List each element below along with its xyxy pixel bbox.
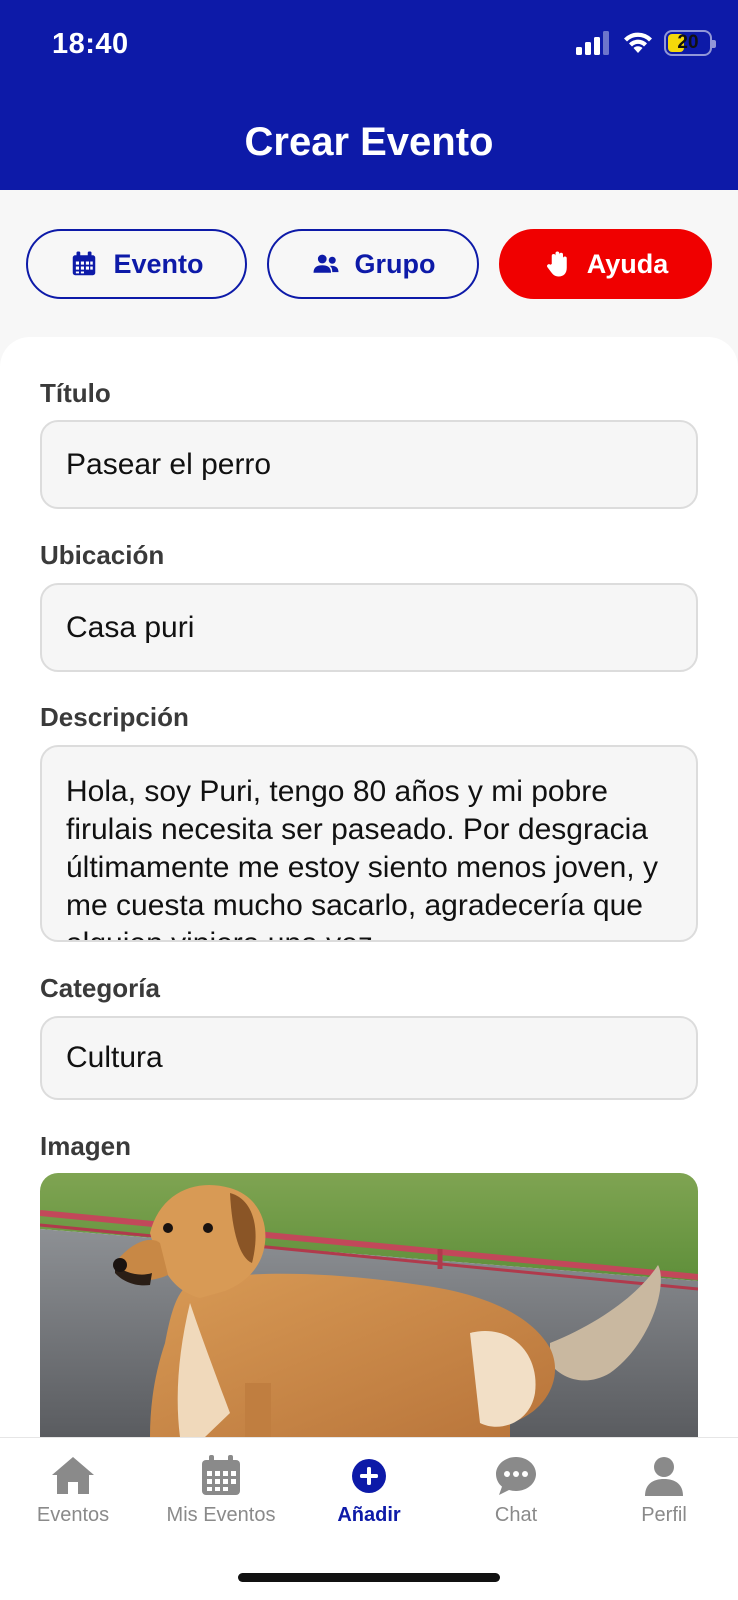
nav-chat[interactable]: Chat (446, 1452, 586, 1527)
categoria-label: Categoría (40, 973, 160, 1003)
person-icon (645, 1457, 683, 1496)
titulo-label: Título (40, 378, 111, 408)
nav-eventos[interactable]: Eventos (3, 1452, 143, 1527)
nav-perfil[interactable]: Perfil (594, 1452, 734, 1527)
descripcion-textarea[interactable]: Hola, soy Puri, tengo 80 años y mi pobre… (40, 745, 698, 942)
battery-icon: 20 (664, 30, 716, 56)
nav-perfil-label: Perfil (641, 1504, 687, 1526)
nav-anadir-label: Añadir (337, 1504, 401, 1526)
signal-icon (576, 31, 609, 55)
add-circle-icon (352, 1459, 386, 1493)
group-icon (313, 254, 338, 273)
nav-chat-label: Chat (494, 1504, 538, 1526)
tab-ayuda-label: Ayuda (586, 248, 669, 279)
event-type-tabs: Evento Grupo Ayuda (0, 229, 738, 299)
descripcion-text: Hola, soy Puri, tengo 80 años y mi pobre… (66, 775, 658, 940)
nav-eventos-label: Eventos (36, 1504, 110, 1526)
app-header: 18:40 20 Crear Evento (0, 0, 738, 190)
nav-anadir[interactable]: Añadir (299, 1452, 439, 1527)
wifi-icon (624, 32, 652, 53)
descripcion-label: Descripción (40, 702, 189, 732)
calendar-icon (73, 251, 96, 276)
chat-icon (496, 1457, 536, 1495)
ubicacion-input[interactable]: Casa puri (40, 583, 698, 672)
titulo-input[interactable]: Pasear el perro (40, 420, 698, 509)
dog-photo (40, 1173, 698, 1437)
categoria-select[interactable]: Cultura (40, 1016, 698, 1100)
tab-evento-label: Evento (113, 248, 204, 279)
status-time: 18:40 (52, 28, 129, 60)
home-icon (52, 1457, 94, 1494)
nav-mis-eventos[interactable]: Mis Eventos (151, 1452, 291, 1527)
event-image[interactable] (40, 1173, 698, 1437)
tab-grupo[interactable]: Grupo (267, 229, 479, 299)
tab-grupo-label: Grupo (354, 248, 436, 279)
home-indicator[interactable] (238, 1573, 500, 1582)
status-icons: 20 (576, 30, 716, 56)
imagen-label: Imagen (40, 1131, 132, 1161)
page-title: Crear Evento (244, 120, 494, 164)
battery-level: 20 (677, 32, 699, 53)
ubicacion-label: Ubicación (40, 540, 165, 570)
tab-ayuda[interactable]: Ayuda (499, 229, 712, 299)
tab-evento[interactable]: Evento (26, 229, 247, 299)
calendar-icon (202, 1455, 240, 1495)
nav-mis-eventos-label: Mis Eventos (166, 1504, 276, 1526)
hand-icon (546, 251, 567, 277)
